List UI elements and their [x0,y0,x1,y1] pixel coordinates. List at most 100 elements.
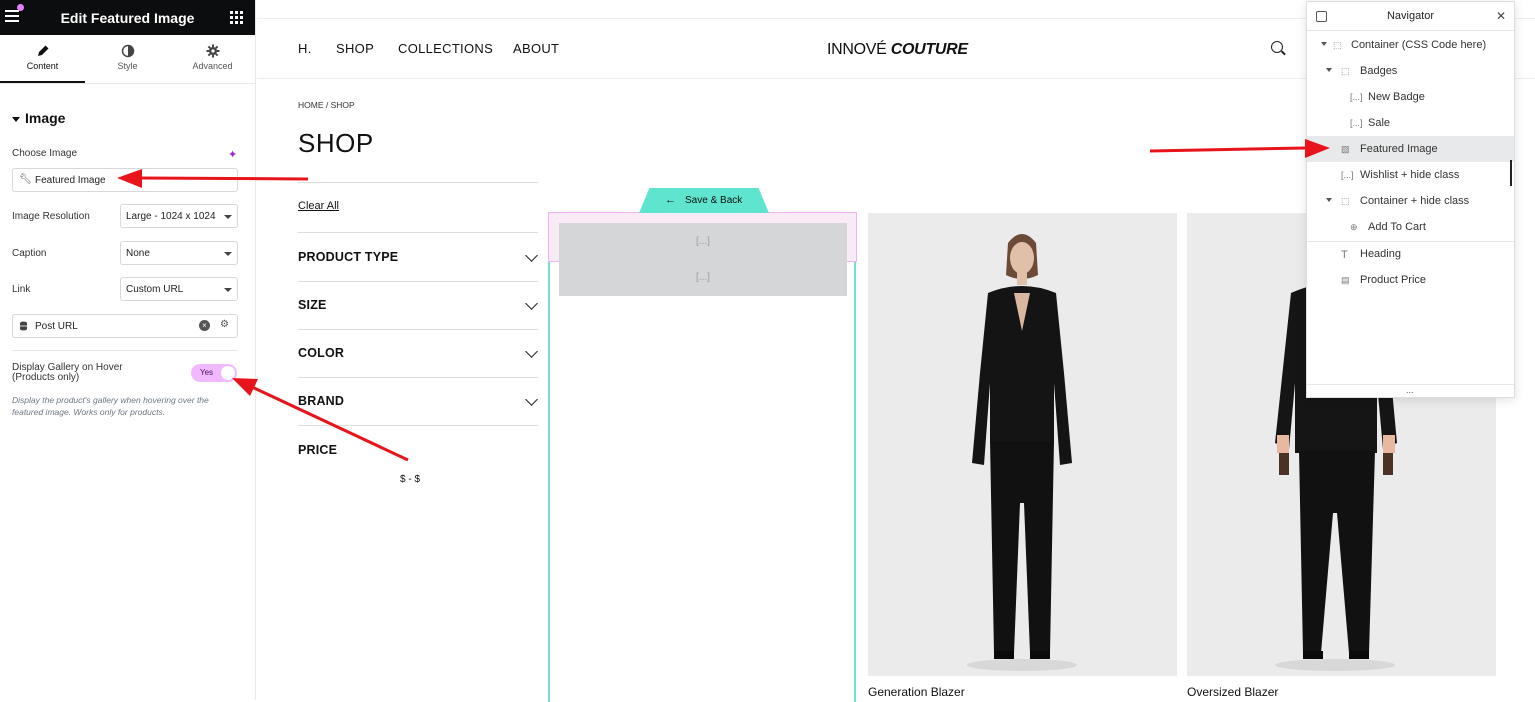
page-title: SHOP [298,128,374,158]
nav-item-label: Heading [1360,248,1401,260]
nav-item-label: Wishlist + hide class [1360,169,1460,181]
nav-item-label: New Badge [1368,91,1425,103]
site-logo[interactable]: INNOVÉ COUTURE [827,41,968,59]
nav-collections-link[interactable]: COLLECTIONS [398,41,493,56]
nav-item-add-to-cart[interactable]: ⊕ Add To Cart [1307,214,1514,240]
tab-style-label: Style [117,61,138,71]
navigator-header: Navigator ✕ [1307,2,1514,31]
tab-content[interactable]: Content [0,35,85,83]
settings-gear-icon[interactable]: ⚙ [220,319,229,330]
tab-style[interactable]: Style [85,35,170,83]
panel-title: Edit Featured Image [60,10,195,26]
tab-advanced-label: Advanced [192,61,233,71]
post-url-value: Post URL [35,321,78,332]
gallery-hover-label: Display Gallery on Hover (Products only) [12,363,123,383]
container-icon: ⬚ [1341,66,1350,76]
resolution-select[interactable]: Large - 1024 x 1024 [120,204,238,228]
contrast-icon [121,44,134,58]
nav-item-featured-image[interactable]: ▨ Featured Image [1307,136,1514,162]
panel-tabs: Content Style Advanced [0,35,255,84]
product-name[interactable]: Oversized Blazer [1187,685,1278,699]
pencil-icon [37,45,48,56]
wrench-icon: 🔧︎ [19,174,32,185]
navigator-scrollbar[interactable] [1510,160,1512,186]
chevron-down-icon [525,345,538,358]
nav-item-sale[interactable]: [...] Sale [1307,110,1514,136]
gallery-help-text: Display the product's gallery when hover… [12,395,209,417]
nav-item-heading[interactable]: T Heading [1307,241,1514,267]
link-select[interactable]: Custom URL [120,277,238,301]
product-name[interactable]: Generation Blazer [868,685,965,699]
heading-icon: T [1341,249,1348,261]
filter-label: COLOR [298,346,345,360]
section-title: Image [25,110,66,126]
caption-label: Caption [12,248,47,259]
post-url-field[interactable]: Post URL × ⚙ [12,314,238,338]
chevron-down-icon [525,393,538,406]
save-back-label: Save & Back [685,195,743,206]
chevron-down-icon [525,297,538,310]
gallery-hover-toggle[interactable]: Yes [191,364,237,382]
caption-value: None [126,248,150,259]
nav-item-new-badge[interactable]: [...] New Badge [1307,84,1514,110]
nav-home-link[interactable]: H. [298,41,312,56]
nav-item-label: Container (CSS Code here) [1351,39,1487,51]
caption-select[interactable]: None [120,241,238,265]
link-label: Link [12,284,31,295]
nav-item-container-hide[interactable]: ⬚ Container + hide class [1307,188,1514,214]
tab-content-label: Content [26,61,59,71]
chevron-down-icon [224,288,232,292]
shortcode-icon: [...] [1350,92,1363,102]
chevron-down-icon [224,215,232,219]
ai-sparkle-icon[interactable]: ✦ [228,148,237,161]
price-icon: ▤ [1341,275,1350,285]
model-photo [967,234,1077,671]
choose-image-field[interactable]: 🔧︎ Featured Image [12,168,238,192]
filter-color[interactable]: COLOR [298,345,538,360]
logo-italic: COUTURE [890,41,968,58]
link-value: Custom URL [126,284,184,295]
filter-size[interactable]: SIZE [298,297,538,312]
nav-item-wishlist[interactable]: [...] Wishlist + hide class [1307,162,1514,188]
filter-divider [298,425,538,426]
image-icon: ▨ [1341,144,1350,154]
choose-image-label: Choose Image [12,148,78,159]
nav-item-container[interactable]: ⬚ Container (CSS Code here) [1307,32,1514,58]
nav-item-product-price[interactable]: ▤ Product Price [1307,267,1514,293]
product-card-edit[interactable] [548,262,856,702]
filter-label: PRODUCT TYPE [298,250,399,264]
filter-divider [298,329,538,330]
navigator-panel: Navigator ✕ ⬚ Container (CSS Code here) … [1306,1,1515,398]
nav-item-badges[interactable]: ⬚ Badges [1307,58,1514,84]
cart-icon: ⊕ [1350,222,1358,232]
filter-divider [298,182,538,183]
caret-down-icon [1326,68,1332,72]
navigator-title: Navigator [1386,10,1435,22]
clear-icon[interactable]: × [199,320,210,331]
tab-advanced[interactable]: Advanced [170,35,255,83]
filter-product-type[interactable]: PRODUCT TYPE [298,249,538,264]
toggle-yes-text: Yes [200,368,214,377]
filter-price[interactable]: PRICE [298,443,538,457]
badge-placeholder[interactable]: [...] [559,259,847,296]
save-back-button[interactable]: ← Save & Back [639,188,769,213]
filter-brand[interactable]: BRAND [298,393,538,408]
resize-handle-icon[interactable]: ... [1406,385,1414,395]
divider [12,350,238,351]
section-toggle-image[interactable]: Image [12,110,65,126]
nav-shop-link[interactable]: SHOP [336,41,374,56]
container-icon: ⬚ [1333,40,1342,50]
badge-placeholder[interactable]: [...] [559,223,847,260]
widgets-grid-icon[interactable] [230,11,243,24]
product-image[interactable] [868,213,1177,676]
search-icon[interactable] [1271,41,1283,53]
clear-all-link[interactable]: Clear All [298,200,339,212]
breadcrumb[interactable]: HOME / SHOP [298,100,355,110]
caret-down-icon [12,116,20,122]
filter-label: BRAND [298,394,345,408]
close-icon[interactable]: ✕ [1496,9,1506,23]
nav-about-link[interactable]: ABOUT [513,41,559,56]
resolution-value: Large - 1024 x 1024 [126,211,216,222]
nav-item-label: Featured Image [1360,143,1438,155]
arrow-left-icon: ← [665,194,676,206]
